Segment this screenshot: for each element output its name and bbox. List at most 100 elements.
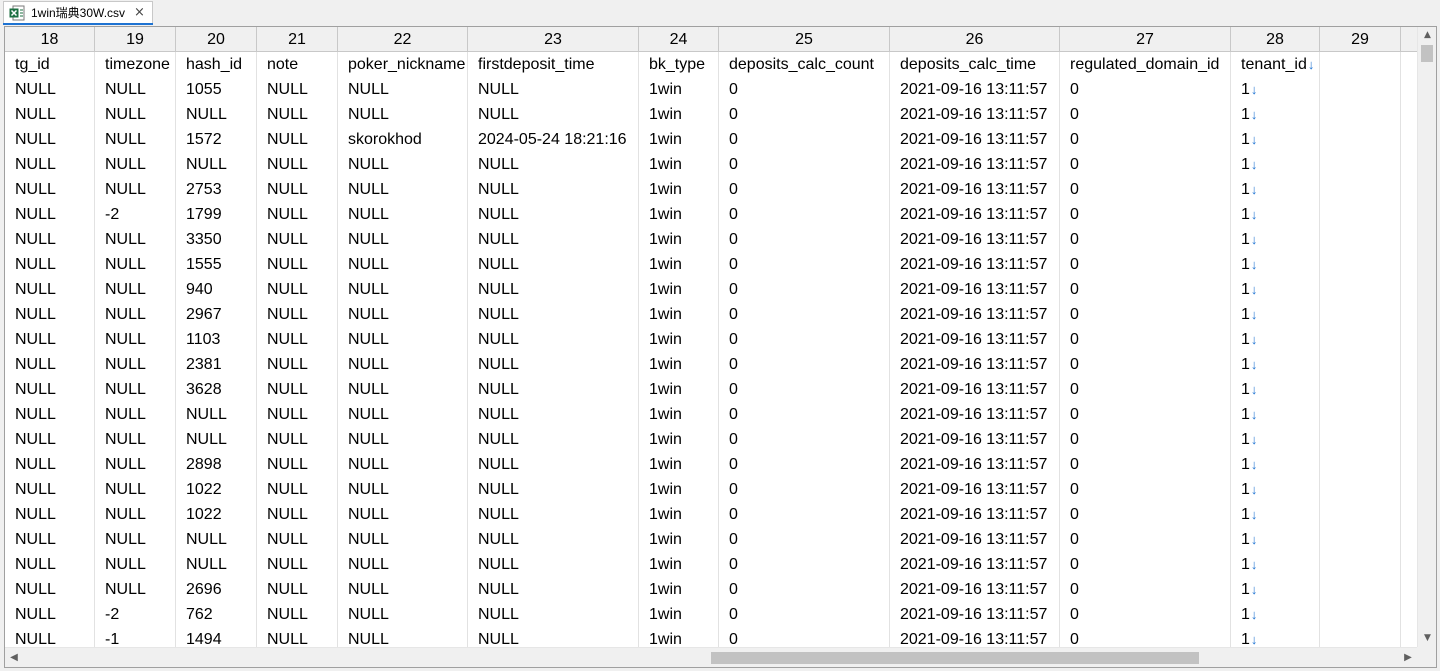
table-cell[interactable]: NULL bbox=[95, 127, 176, 152]
table-cell[interactable]: -2 bbox=[95, 602, 176, 627]
table-cell[interactable]: NULL bbox=[338, 627, 468, 647]
table-cell[interactable]: 0 bbox=[1060, 227, 1231, 252]
table-cell[interactable]: 1win bbox=[639, 627, 719, 647]
table-cell[interactable]: NULL bbox=[257, 627, 338, 647]
table-cell[interactable]: NULL bbox=[5, 352, 95, 377]
table-cell[interactable]: 2021-09-16 13:11:57 bbox=[890, 277, 1060, 302]
table-cell[interactable]: 0 bbox=[719, 327, 890, 352]
table-cell[interactable]: NULL bbox=[5, 402, 95, 427]
table-cell[interactable]: 1↓ bbox=[1231, 527, 1320, 552]
table-cell[interactable] bbox=[1320, 602, 1401, 627]
table-cell[interactable] bbox=[1320, 552, 1401, 577]
table-cell[interactable]: 2021-09-16 13:11:57 bbox=[890, 327, 1060, 352]
column-index-29[interactable]: 29 bbox=[1320, 27, 1401, 52]
table-cell[interactable]: 2967 bbox=[176, 302, 257, 327]
table-cell[interactable]: 1win bbox=[639, 102, 719, 127]
table-cell[interactable]: 0 bbox=[719, 77, 890, 102]
table-cell[interactable]: 0 bbox=[719, 427, 890, 452]
table-cell[interactable]: NULL bbox=[5, 152, 95, 177]
table-cell[interactable]: 0 bbox=[1060, 377, 1231, 402]
column-index-24[interactable]: 24 bbox=[639, 27, 719, 52]
table-cell[interactable]: 0 bbox=[719, 177, 890, 202]
table-cell[interactable]: 1win bbox=[639, 152, 719, 177]
table-cell[interactable]: 2024-05-24 18:21:16 bbox=[468, 127, 639, 152]
table-cell[interactable]: NULL bbox=[176, 427, 257, 452]
table-cell[interactable]: 0 bbox=[719, 252, 890, 277]
table-cell[interactable]: 2021-09-16 13:11:57 bbox=[890, 552, 1060, 577]
table-cell[interactable]: 1win bbox=[639, 277, 719, 302]
table-cell[interactable]: 1↓ bbox=[1231, 252, 1320, 277]
table-cell[interactable]: 1win bbox=[639, 327, 719, 352]
table-cell[interactable]: NULL bbox=[257, 552, 338, 577]
table-cell[interactable]: 0 bbox=[1060, 577, 1231, 602]
close-icon[interactable]: × bbox=[134, 6, 145, 19]
table-cell[interactable]: 2021-09-16 13:11:57 bbox=[890, 627, 1060, 647]
table-cell[interactable]: 1↓ bbox=[1231, 577, 1320, 602]
table-cell[interactable]: NULL bbox=[95, 77, 176, 102]
table-cell[interactable] bbox=[1320, 102, 1401, 127]
table-cell[interactable]: NULL bbox=[338, 352, 468, 377]
table-cell[interactable]: 0 bbox=[1060, 127, 1231, 152]
table-cell[interactable]: NULL bbox=[5, 502, 95, 527]
table-cell[interactable]: NULL bbox=[338, 102, 468, 127]
table-cell[interactable]: 0 bbox=[719, 377, 890, 402]
table-cell[interactable]: NULL bbox=[5, 577, 95, 602]
table-cell[interactable]: 1↓ bbox=[1231, 602, 1320, 627]
table-cell[interactable]: 1win bbox=[639, 377, 719, 402]
column-index-18[interactable]: 18 bbox=[5, 27, 95, 52]
table-cell[interactable]: 1055 bbox=[176, 77, 257, 102]
table-cell[interactable]: NULL bbox=[95, 402, 176, 427]
table-cell[interactable]: NULL bbox=[5, 452, 95, 477]
table-cell[interactable]: NULL bbox=[5, 202, 95, 227]
table-cell[interactable]: NULL bbox=[257, 77, 338, 102]
table-cell[interactable]: NULL bbox=[468, 277, 639, 302]
table-cell[interactable]: NULL bbox=[5, 177, 95, 202]
table-cell[interactable]: 1win bbox=[639, 402, 719, 427]
table-cell[interactable]: 1win bbox=[639, 252, 719, 277]
table-cell[interactable]: NULL bbox=[5, 427, 95, 452]
table-cell[interactable]: NULL bbox=[257, 152, 338, 177]
table-cell[interactable]: NULL bbox=[257, 327, 338, 352]
table-cell[interactable]: 0 bbox=[719, 577, 890, 602]
table-cell[interactable]: 2021-09-16 13:11:57 bbox=[890, 477, 1060, 502]
table-cell[interactable]: NULL bbox=[338, 77, 468, 102]
table-cell[interactable] bbox=[1320, 452, 1401, 477]
column-index-23[interactable]: 23 bbox=[468, 27, 639, 52]
table-cell[interactable]: 2021-09-16 13:11:57 bbox=[890, 352, 1060, 377]
table-cell[interactable]: NULL bbox=[468, 352, 639, 377]
table-cell[interactable]: 2021-09-16 13:11:57 bbox=[890, 127, 1060, 152]
table-cell[interactable]: NULL bbox=[468, 602, 639, 627]
table-cell[interactable]: NULL bbox=[176, 527, 257, 552]
table-cell[interactable]: NULL bbox=[338, 452, 468, 477]
table-cell[interactable]: NULL bbox=[468, 377, 639, 402]
table-cell[interactable]: 1022 bbox=[176, 502, 257, 527]
table-cell[interactable]: 0 bbox=[719, 552, 890, 577]
table-cell[interactable]: 3628 bbox=[176, 377, 257, 402]
table-cell[interactable]: 0 bbox=[1060, 402, 1231, 427]
table-cell[interactable]: 2021-09-16 13:11:57 bbox=[890, 377, 1060, 402]
table-cell[interactable]: NULL bbox=[257, 377, 338, 402]
table-cell[interactable] bbox=[1320, 427, 1401, 452]
table-cell[interactable]: NULL bbox=[468, 327, 639, 352]
table-cell[interactable]: 0 bbox=[719, 477, 890, 502]
column-index-28[interactable]: 28 bbox=[1231, 27, 1320, 52]
table-cell[interactable] bbox=[1320, 127, 1401, 152]
table-cell[interactable]: 1↓ bbox=[1231, 502, 1320, 527]
table-cell[interactable]: NULL bbox=[338, 552, 468, 577]
table-cell[interactable]: 1win bbox=[639, 452, 719, 477]
table-cell[interactable] bbox=[1320, 177, 1401, 202]
table-cell[interactable] bbox=[1320, 252, 1401, 277]
field-name-cell[interactable]: hash_id bbox=[176, 52, 257, 77]
field-name-cell[interactable]: deposits_calc_time bbox=[890, 52, 1060, 77]
table-cell[interactable]: NULL bbox=[338, 577, 468, 602]
table-cell[interactable]: 0 bbox=[1060, 427, 1231, 452]
table-cell[interactable]: NULL bbox=[5, 227, 95, 252]
table-cell[interactable] bbox=[1320, 327, 1401, 352]
table-cell[interactable]: 1↓ bbox=[1231, 152, 1320, 177]
field-name-cell[interactable]: bk_type bbox=[639, 52, 719, 77]
table-cell[interactable]: NULL bbox=[5, 527, 95, 552]
horizontal-scroll-thumb[interactable] bbox=[711, 652, 1199, 664]
table-cell[interactable]: NULL bbox=[95, 527, 176, 552]
table-cell[interactable] bbox=[1320, 202, 1401, 227]
table-cell[interactable]: 1↓ bbox=[1231, 352, 1320, 377]
